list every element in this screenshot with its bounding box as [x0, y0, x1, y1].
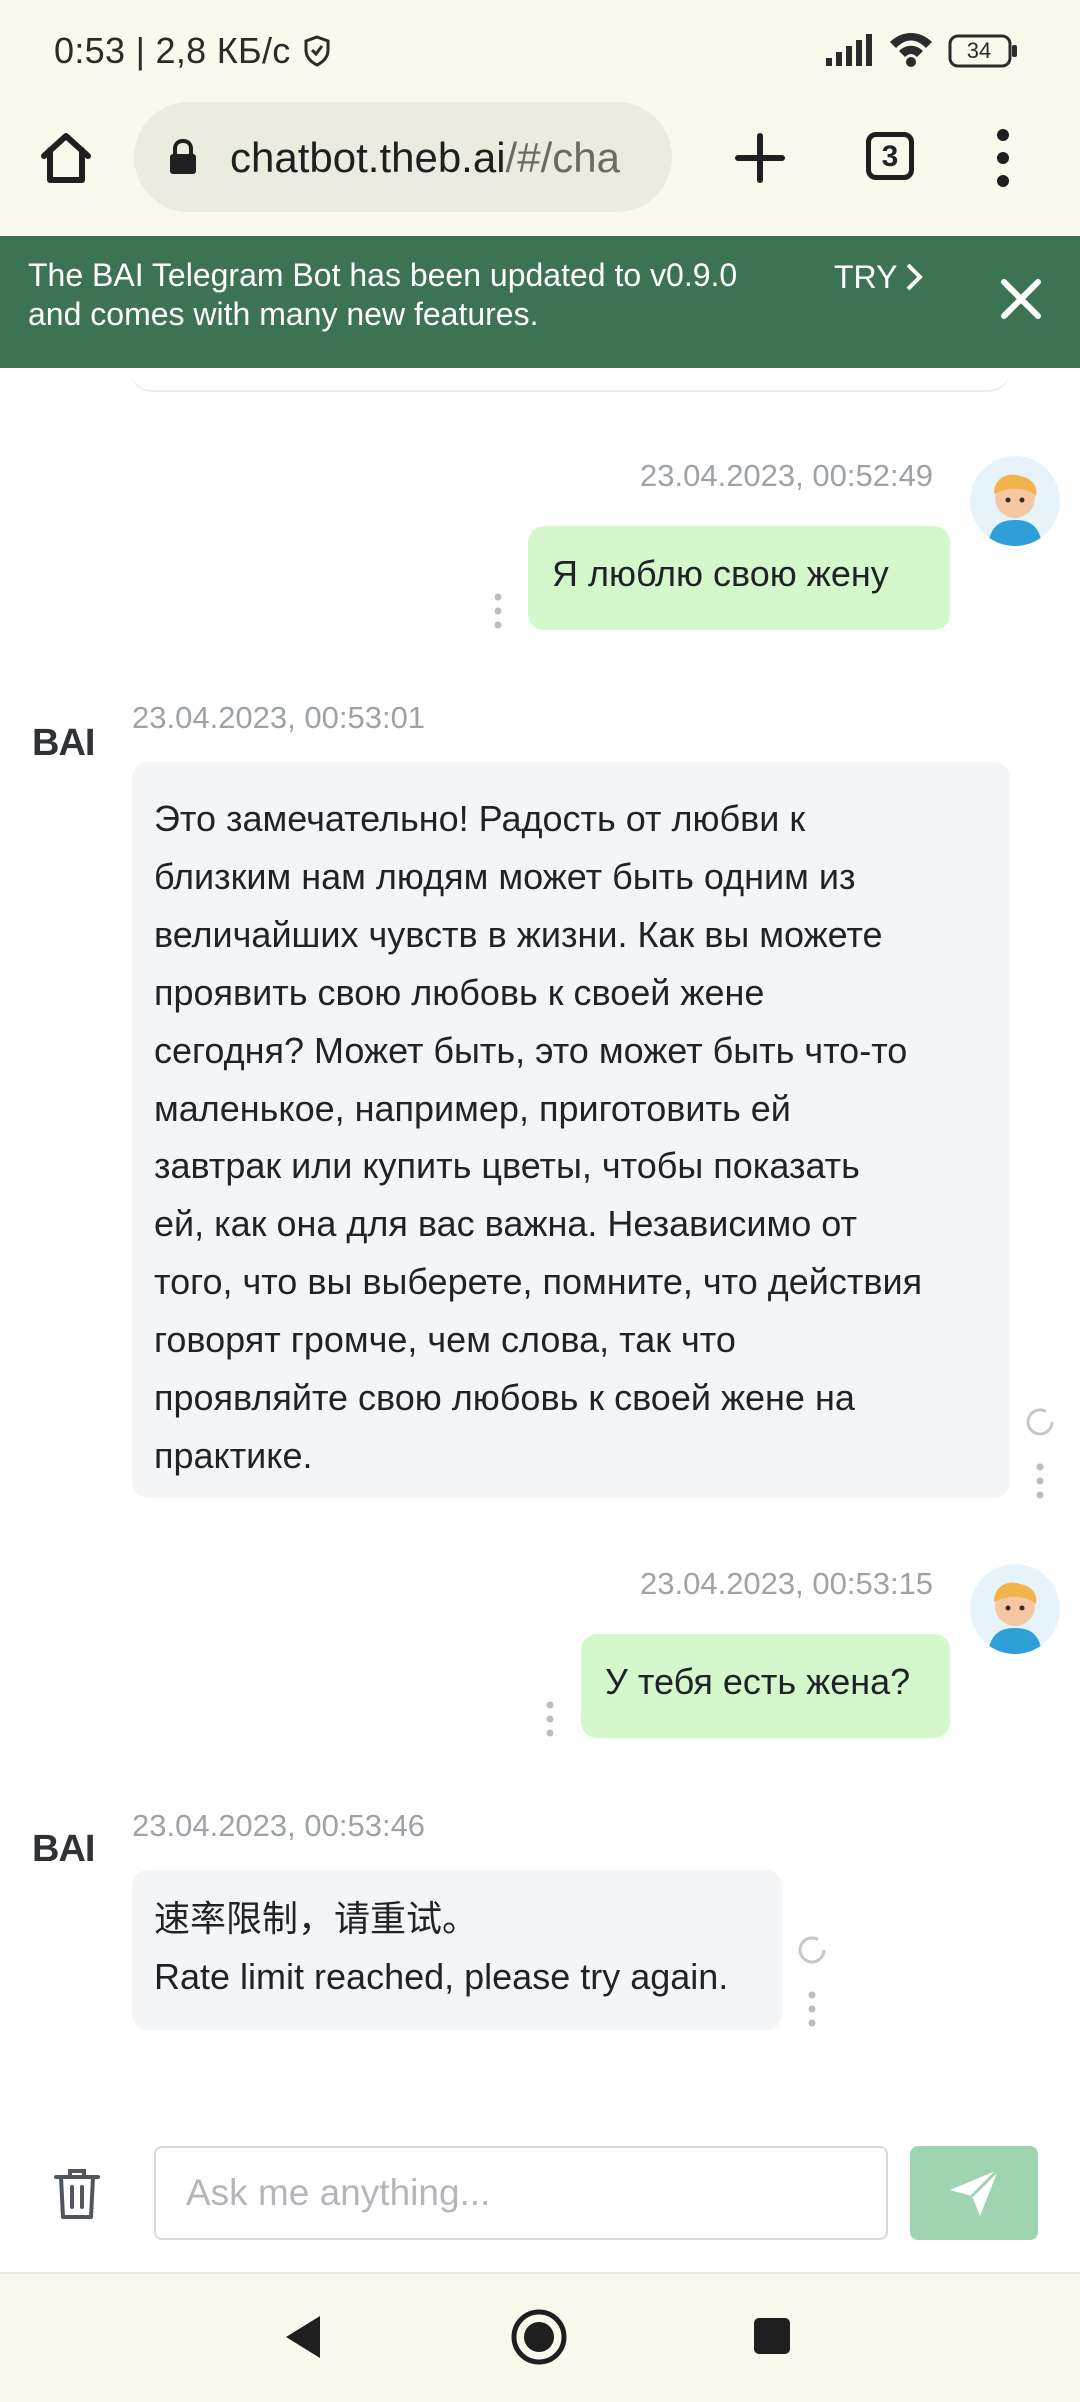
message-line: маленькое, например, приготовить ей — [154, 1087, 791, 1129]
message-timestamp: 23.04.2023, 00:52:49 — [640, 458, 934, 493]
battery-level: 34 — [966, 38, 992, 63]
regenerate-icon[interactable] — [794, 1932, 830, 1968]
message-options-icon[interactable] — [494, 592, 502, 630]
bai-logo: BAI — [32, 1828, 95, 1870]
message-line: близким нам людям может быть одним из — [154, 855, 856, 897]
message-options-icon[interactable] — [1036, 1462, 1044, 1500]
more-vert-icon — [997, 129, 1009, 187]
browser-toolbar: chatbot.theb.ai/#/cha 3 — [0, 100, 1080, 238]
tabs-count-button[interactable]: 3 — [866, 132, 914, 180]
message-line: величайших чувств в жизни. Как вы можете — [154, 913, 883, 955]
chat-message-input[interactable] — [154, 2146, 888, 2240]
url-text: chatbot.theb.ai/#/cha — [230, 130, 650, 186]
send-button[interactable] — [910, 2146, 1038, 2240]
message-line: того, что вы выберете, помните, что дейс… — [154, 1261, 923, 1303]
message-options-icon[interactable] — [546, 1700, 554, 1738]
update-banner: The BAI Telegram Bot has been updated to… — [0, 236, 1080, 368]
user-avatar — [970, 456, 1060, 546]
trash-icon — [54, 2169, 100, 2219]
url-path: /#/cha — [505, 134, 620, 181]
signal-icon — [826, 34, 876, 68]
home-icon — [41, 133, 91, 183]
plus-icon — [735, 133, 785, 183]
message-line: ей, как она для вас важна. Независимо от — [154, 1203, 857, 1245]
bot-message-bubble: Это замечательно! Радость от любви к бли… — [132, 762, 1010, 1498]
banner-try-link[interactable]: TRY — [834, 258, 897, 296]
message-line: проявить свою любовь к своей жене — [154, 971, 765, 1013]
regenerate-icon[interactable] — [1022, 1404, 1058, 1440]
chat-input-bar — [0, 2110, 1080, 2270]
status-time-speed: 0:53 | 2,8 КБ/с — [54, 30, 291, 71]
message-line: сегодня? Может быть, это может быть что-… — [154, 1029, 908, 1071]
more-menu-button[interactable] — [990, 126, 1016, 190]
close-icon — [1001, 279, 1041, 319]
back-triangle-icon — [286, 2316, 320, 2358]
wifi-icon — [888, 30, 934, 68]
new-tab-button[interactable] — [730, 128, 790, 188]
home-circle-icon — [511, 2309, 567, 2365]
url-host: chatbot.theb.ai — [230, 134, 506, 181]
bot-message-bubble: 速率限制，请重试。 Rate limit reached, please try… — [132, 1870, 782, 2030]
message-timestamp: 23.04.2023, 00:53:01 — [132, 700, 426, 735]
status-bar: 0:53 | 2,8 КБ/с 34 — [0, 0, 1080, 100]
user-message-bubble: У тебя есть жена? — [581, 1634, 950, 1738]
bai-logo: BAI — [32, 722, 95, 764]
chevron-right-icon[interactable] — [904, 262, 924, 292]
home-button[interactable] — [36, 128, 96, 188]
send-icon — [950, 2168, 1000, 2216]
message-line: говорят громче, чем слова, так что — [154, 1319, 736, 1361]
message-line: Это замечательно! Радость от любви к — [154, 798, 806, 839]
nav-home-button[interactable] — [510, 2308, 568, 2366]
recents-square-icon — [754, 2318, 790, 2354]
message-line: завтрак или купить цветы, чтобы показать — [154, 1145, 860, 1187]
message-line: практике. — [154, 1434, 313, 1476]
banner-text: The BAI Telegram Bot has been updated to… — [28, 257, 738, 332]
nav-recents-button[interactable] — [752, 2316, 792, 2356]
message-timestamp: 23.04.2023, 00:53:46 — [132, 1808, 426, 1843]
banner-close-button[interactable] — [996, 274, 1046, 324]
message-timestamp: 23.04.2023, 00:53:15 — [640, 1566, 934, 1601]
address-bar[interactable]: chatbot.theb.ai/#/cha — [134, 102, 672, 212]
lock-icon — [168, 138, 198, 176]
system-nav-bar — [0, 2272, 1080, 2402]
user-avatar — [970, 1564, 1060, 1654]
message-options-icon[interactable] — [808, 1990, 816, 2028]
message-line: 速率限制，请重试。 — [154, 1898, 479, 1939]
nav-back-button[interactable] — [280, 2312, 324, 2362]
clear-chat-button[interactable] — [54, 2168, 100, 2220]
vpn-shield-icon — [302, 34, 332, 68]
message-line: проявляйте свою любовь к своей жене на — [154, 1377, 855, 1419]
user-message-bubble: Я люблю свою жену — [528, 526, 950, 630]
previous-message-edge — [130, 370, 1010, 392]
message-line: Rate limit reached, please try again. — [154, 1956, 729, 1997]
